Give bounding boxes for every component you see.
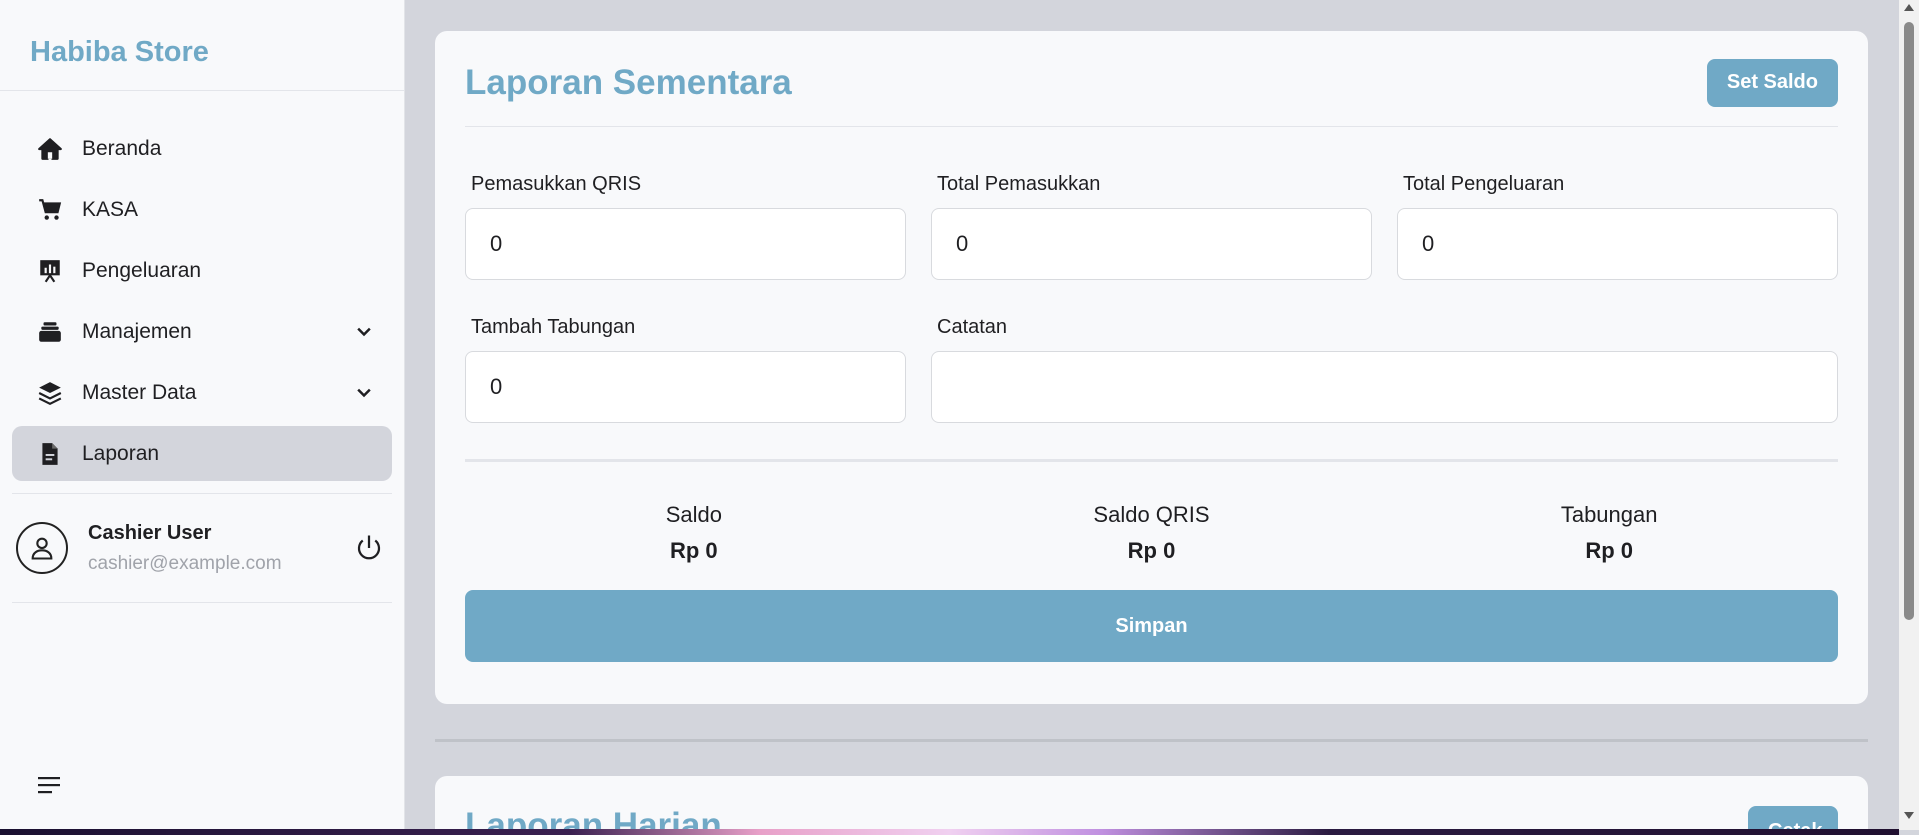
card-header: Laporan Sementara Set Saldo <box>465 31 1838 127</box>
form-row-2: Tambah Tabungan Catatan <box>465 316 1838 423</box>
scroll-up-arrow-icon[interactable] <box>1904 4 1914 11</box>
scroll-down-arrow-icon[interactable] <box>1904 812 1914 819</box>
scrollbar[interactable] <box>1899 0 1919 830</box>
brand-title[interactable]: Habiba Store <box>0 0 404 91</box>
chart-board-icon <box>36 257 64 285</box>
page-title: Laporan Sementara <box>465 62 792 102</box>
home-icon <box>36 135 64 163</box>
field-label: Total Pengeluaran <box>1403 173 1565 195</box>
field-total-pemasukkan: Total Pemasukkan <box>931 173 1372 280</box>
total-pengeluaran-input[interactable] <box>1397 208 1838 280</box>
sidebar-item-master-data[interactable]: Master Data <box>12 365 392 420</box>
field-label: Tambah Tabungan <box>471 316 636 338</box>
sidebar-item-label: Beranda <box>82 136 162 160</box>
sidebar-nav: Beranda KASA Pengeluaran Manajemen Maste… <box>0 91 404 481</box>
main-divider <box>435 739 1868 742</box>
document-icon <box>36 440 64 468</box>
stat-tabungan: Tabungan Rp 0 <box>1380 502 1838 564</box>
power-icon[interactable] <box>354 533 384 563</box>
pemasukkan-qris-input[interactable] <box>465 208 906 280</box>
stat-saldo: Saldo Rp 0 <box>465 502 923 564</box>
user-email: cashier@example.com <box>88 552 282 574</box>
save-button[interactable]: Simpan <box>465 590 1838 662</box>
daily-report-card: Laporan Harian Cetak <box>435 776 1868 835</box>
sidebar-item-label: Manajemen <box>82 319 192 343</box>
sidebar-item-label: KASA <box>82 197 139 221</box>
sidebar-item-label: Laporan <box>82 441 160 465</box>
total-pemasukkan-input[interactable] <box>931 208 1372 280</box>
user-info: Cashier User cashier@example.com <box>88 522 354 575</box>
field-pemasukkan-qris: Pemasukkan QRIS <box>465 173 906 280</box>
scroll-thumb[interactable] <box>1904 22 1914 620</box>
stat-value: Rp 0 <box>669 538 718 563</box>
chevron-down-icon[interactable] <box>354 383 374 403</box>
stat-saldo-qris: Saldo QRIS Rp 0 <box>923 502 1381 564</box>
catatan-input[interactable] <box>931 351 1838 423</box>
field-label: Catatan <box>937 316 1008 338</box>
sidebar-divider <box>12 602 392 603</box>
sidebar-item-kasa[interactable]: KASA <box>12 182 392 237</box>
stat-label: Saldo QRIS <box>1093 502 1210 527</box>
desktop-wallpaper-strip <box>0 829 1899 835</box>
sidebar-item-label: Pengeluaran <box>82 258 202 282</box>
sidebar-item-pengeluaran[interactable]: Pengeluaran <box>12 243 392 298</box>
set-saldo-button[interactable]: Set Saldo <box>1706 58 1838 107</box>
section-divider <box>465 459 1838 462</box>
stack-icon <box>36 318 64 346</box>
stat-label: Tabungan <box>1560 502 1658 527</box>
report-card: Laporan Sementara Set Saldo Pemasukkan Q… <box>435 31 1868 704</box>
layers-icon <box>36 379 64 407</box>
cart-icon <box>36 196 64 224</box>
field-label: Pemasukkan QRIS <box>471 173 642 195</box>
sidebar: Habiba Store Beranda KASA Pengeluaran Ma… <box>0 0 405 835</box>
avatar <box>16 522 68 574</box>
chevron-down-icon[interactable] <box>354 322 374 342</box>
sidebar-item-beranda[interactable]: Beranda <box>12 121 392 176</box>
user-profile[interactable]: Cashier User cashier@example.com <box>0 494 404 602</box>
tambah-tabungan-input[interactable] <box>465 351 906 423</box>
stat-value: Rp 0 <box>1585 538 1633 563</box>
user-name: Cashier User <box>88 521 212 544</box>
stat-value: Rp 0 <box>1127 538 1176 563</box>
sidebar-item-laporan[interactable]: Laporan <box>12 426 392 481</box>
field-catatan: Catatan <box>931 316 1838 423</box>
stat-label: Saldo <box>665 502 722 527</box>
sidebar-item-manajemen[interactable]: Manajemen <box>12 304 392 359</box>
form-row-1: Pemasukkan QRIS Total Pemasukkan Total P… <box>465 173 1838 280</box>
field-label: Total Pemasukkan <box>937 173 1101 195</box>
menu-toggle-icon[interactable] <box>38 774 64 796</box>
summary-stats: Saldo Rp 0 Saldo QRIS Rp 0 Tabungan Rp 0 <box>465 502 1838 564</box>
field-total-pengeluaran: Total Pengeluaran <box>1397 173 1838 280</box>
field-tambah-tabungan: Tambah Tabungan <box>465 316 906 423</box>
user-icon <box>31 537 53 560</box>
sidebar-item-label: Master Data <box>82 380 197 404</box>
